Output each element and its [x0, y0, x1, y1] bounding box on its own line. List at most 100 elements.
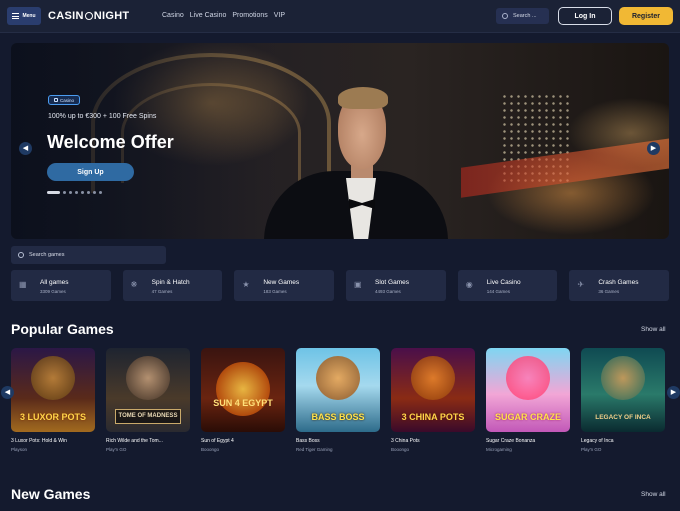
menu-button[interactable]: Menu — [7, 7, 41, 25]
category-live-casino[interactable]: ◉ Live Casino 144 Games — [457, 270, 558, 301]
pager-dot-1[interactable] — [47, 191, 60, 194]
game-art — [31, 356, 75, 400]
nav-casino[interactable]: Casino — [162, 12, 184, 19]
game-card[interactable]: BASS BOSS Bass Boss Red Tiger Gaming — [296, 348, 380, 452]
game-art-title: BASS BOSS — [311, 412, 365, 422]
game-thumbnail[interactable]: LEGACY OF INCA — [581, 348, 665, 432]
category-count: 183 Games — [263, 289, 287, 294]
sparkle-icon: ❋ — [130, 280, 138, 289]
menu-label: Menu — [22, 13, 36, 19]
game-art-title: LEGACY OF INCA — [595, 414, 651, 421]
top-bar: Menu CASIN NIGHT Casino Live Casino Promo… — [0, 0, 680, 33]
category-name: Live Casino — [486, 279, 521, 286]
logo-text-right: NIGHT — [93, 10, 130, 22]
game-thumbnail[interactable]: 3 CHINA POTS — [391, 348, 475, 432]
star-icon: ★ — [242, 280, 250, 289]
category-all-games[interactable]: ▦ All games 3309 Games — [11, 270, 111, 301]
game-card[interactable]: 3 LUXOR POTS 3 Luxor Pots: Hold & Win Pl… — [11, 348, 95, 452]
game-art — [126, 356, 170, 400]
game-provider: Microgaming — [486, 447, 512, 452]
games-prev-arrow-icon[interactable]: ◀ — [1, 386, 14, 399]
logo-o-icon — [84, 12, 93, 20]
hero-badge-label: Casino — [60, 97, 75, 103]
game-name: 3 Luxor Pots: Hold & Win — [11, 438, 67, 444]
search-games-placeholder: Search games — [29, 252, 65, 258]
game-card[interactable]: TOME OF MADNESS Rich Wilde and the Tom..… — [106, 348, 190, 452]
game-thumbnail[interactable]: SUN 4 EGYPT — [201, 348, 285, 432]
category-spin-hatch[interactable]: ❋ Spin & Hatch 47 Games — [122, 270, 223, 301]
hamburger-icon — [12, 13, 20, 19]
search-icon — [502, 13, 508, 19]
plane-icon: ✈ — [577, 280, 585, 289]
search-games-input[interactable]: Search games — [11, 246, 166, 264]
game-card[interactable]: 3 CHINA POTS 3 China Pots Booongo — [391, 348, 475, 452]
pager-dot-3[interactable] — [69, 191, 72, 194]
category-name: Spin & Hatch — [151, 279, 190, 286]
search-icon — [18, 252, 24, 258]
pager-dot-7[interactable] — [93, 191, 96, 194]
logo-text-left: CASIN — [48, 10, 84, 22]
category-count: 4493 Games — [375, 289, 401, 294]
game-art-title: 3 LUXOR POTS — [19, 412, 86, 422]
category-name: Crash Games — [598, 279, 639, 286]
category-new-games[interactable]: ★ New Games 183 Games — [234, 270, 335, 301]
popular-show-all-link[interactable]: Show all — [641, 326, 666, 333]
hero-prev-arrow-icon[interactable]: ◀ — [19, 142, 32, 155]
login-button[interactable]: Log In — [558, 7, 612, 25]
casino-icon — [54, 98, 58, 102]
game-card[interactable]: LEGACY OF INCA Legacy of Inca Play'n GO — [581, 348, 665, 452]
game-art-title: SUGAR CRAZE — [494, 412, 561, 422]
game-provider: Red Tiger Gaming — [296, 447, 333, 452]
category-count: 36 Games — [598, 289, 620, 294]
game-provider: Play'n GO — [581, 447, 602, 452]
hero-subtitle: 100% up to €300 + 100 Free Spins — [48, 113, 157, 120]
game-card[interactable]: SUGAR CRAZE Sugar Craze Bonanza Microgam… — [486, 348, 570, 452]
slot-icon: ▣ — [354, 280, 362, 289]
game-art-title: SUN 4 EGYPT — [213, 398, 273, 408]
header-search-placeholder: Search ... — [513, 13, 537, 19]
pager-dot-2[interactable] — [63, 191, 66, 194]
header-search-input[interactable]: Search ... — [496, 8, 549, 24]
pager-dot-4[interactable] — [75, 191, 78, 194]
game-name: 3 China Pots — [391, 438, 420, 444]
game-provider: Playson — [11, 447, 28, 452]
category-count: 144 Games — [486, 289, 510, 294]
game-provider: Booongo — [391, 447, 410, 452]
category-crash-games[interactable]: ✈ Crash Games 36 Games — [569, 270, 670, 301]
game-art — [411, 356, 455, 400]
pager-dot-5[interactable] — [81, 191, 84, 194]
category-slot-games[interactable]: ▣ Slot Games 4493 Games — [346, 270, 446, 301]
category-count: 47 Games — [151, 289, 173, 294]
pager-dot-6[interactable] — [87, 191, 90, 194]
register-button[interactable]: Register — [619, 7, 673, 25]
game-name: Bass Boss — [296, 438, 320, 444]
signup-button[interactable]: Sign Up — [47, 163, 134, 181]
game-thumbnail[interactable]: 3 LUXOR POTS — [11, 348, 95, 432]
main-nav: Casino Live Casino Promotions VIP — [162, 12, 285, 19]
game-thumbnail[interactable]: TOME OF MADNESS — [106, 348, 190, 432]
game-art — [506, 356, 550, 400]
nav-promotions[interactable]: Promotions — [232, 12, 267, 19]
hero-next-arrow-icon[interactable]: ▶ — [647, 142, 660, 155]
game-name: Rich Wilde and the Tom... — [106, 438, 163, 444]
pager-dot-8[interactable] — [99, 191, 102, 194]
category-name: New Games — [263, 279, 300, 286]
game-name: Sun of Egypt 4 — [201, 438, 234, 444]
game-card[interactable]: SUN 4 EGYPT Sun of Egypt 4 Booongo — [201, 348, 285, 452]
games-next-arrow-icon[interactable]: ▶ — [667, 386, 680, 399]
game-provider: Play'n GO — [106, 447, 127, 452]
game-thumbnail[interactable]: SUGAR CRAZE — [486, 348, 570, 432]
game-art — [601, 356, 645, 400]
nav-live-casino[interactable]: Live Casino — [190, 12, 227, 19]
hero-badge: Casino — [48, 95, 81, 105]
new-games-show-all-link[interactable]: Show all — [641, 491, 666, 498]
game-art-title: TOME OF MADNESS — [114, 409, 182, 424]
game-thumbnail[interactable]: BASS BOSS — [296, 348, 380, 432]
nav-vip[interactable]: VIP — [274, 12, 285, 19]
logo[interactable]: CASIN NIGHT — [48, 10, 129, 22]
game-art — [316, 356, 360, 400]
hero-title: Welcome Offer — [47, 132, 174, 152]
hero-banner[interactable]: Casino 100% up to €300 + 100 Free Spins … — [11, 43, 669, 239]
popular-games-row: 3 LUXOR POTS 3 Luxor Pots: Hold & Win Pl… — [11, 348, 665, 452]
game-name: Sugar Craze Bonanza — [486, 438, 536, 444]
